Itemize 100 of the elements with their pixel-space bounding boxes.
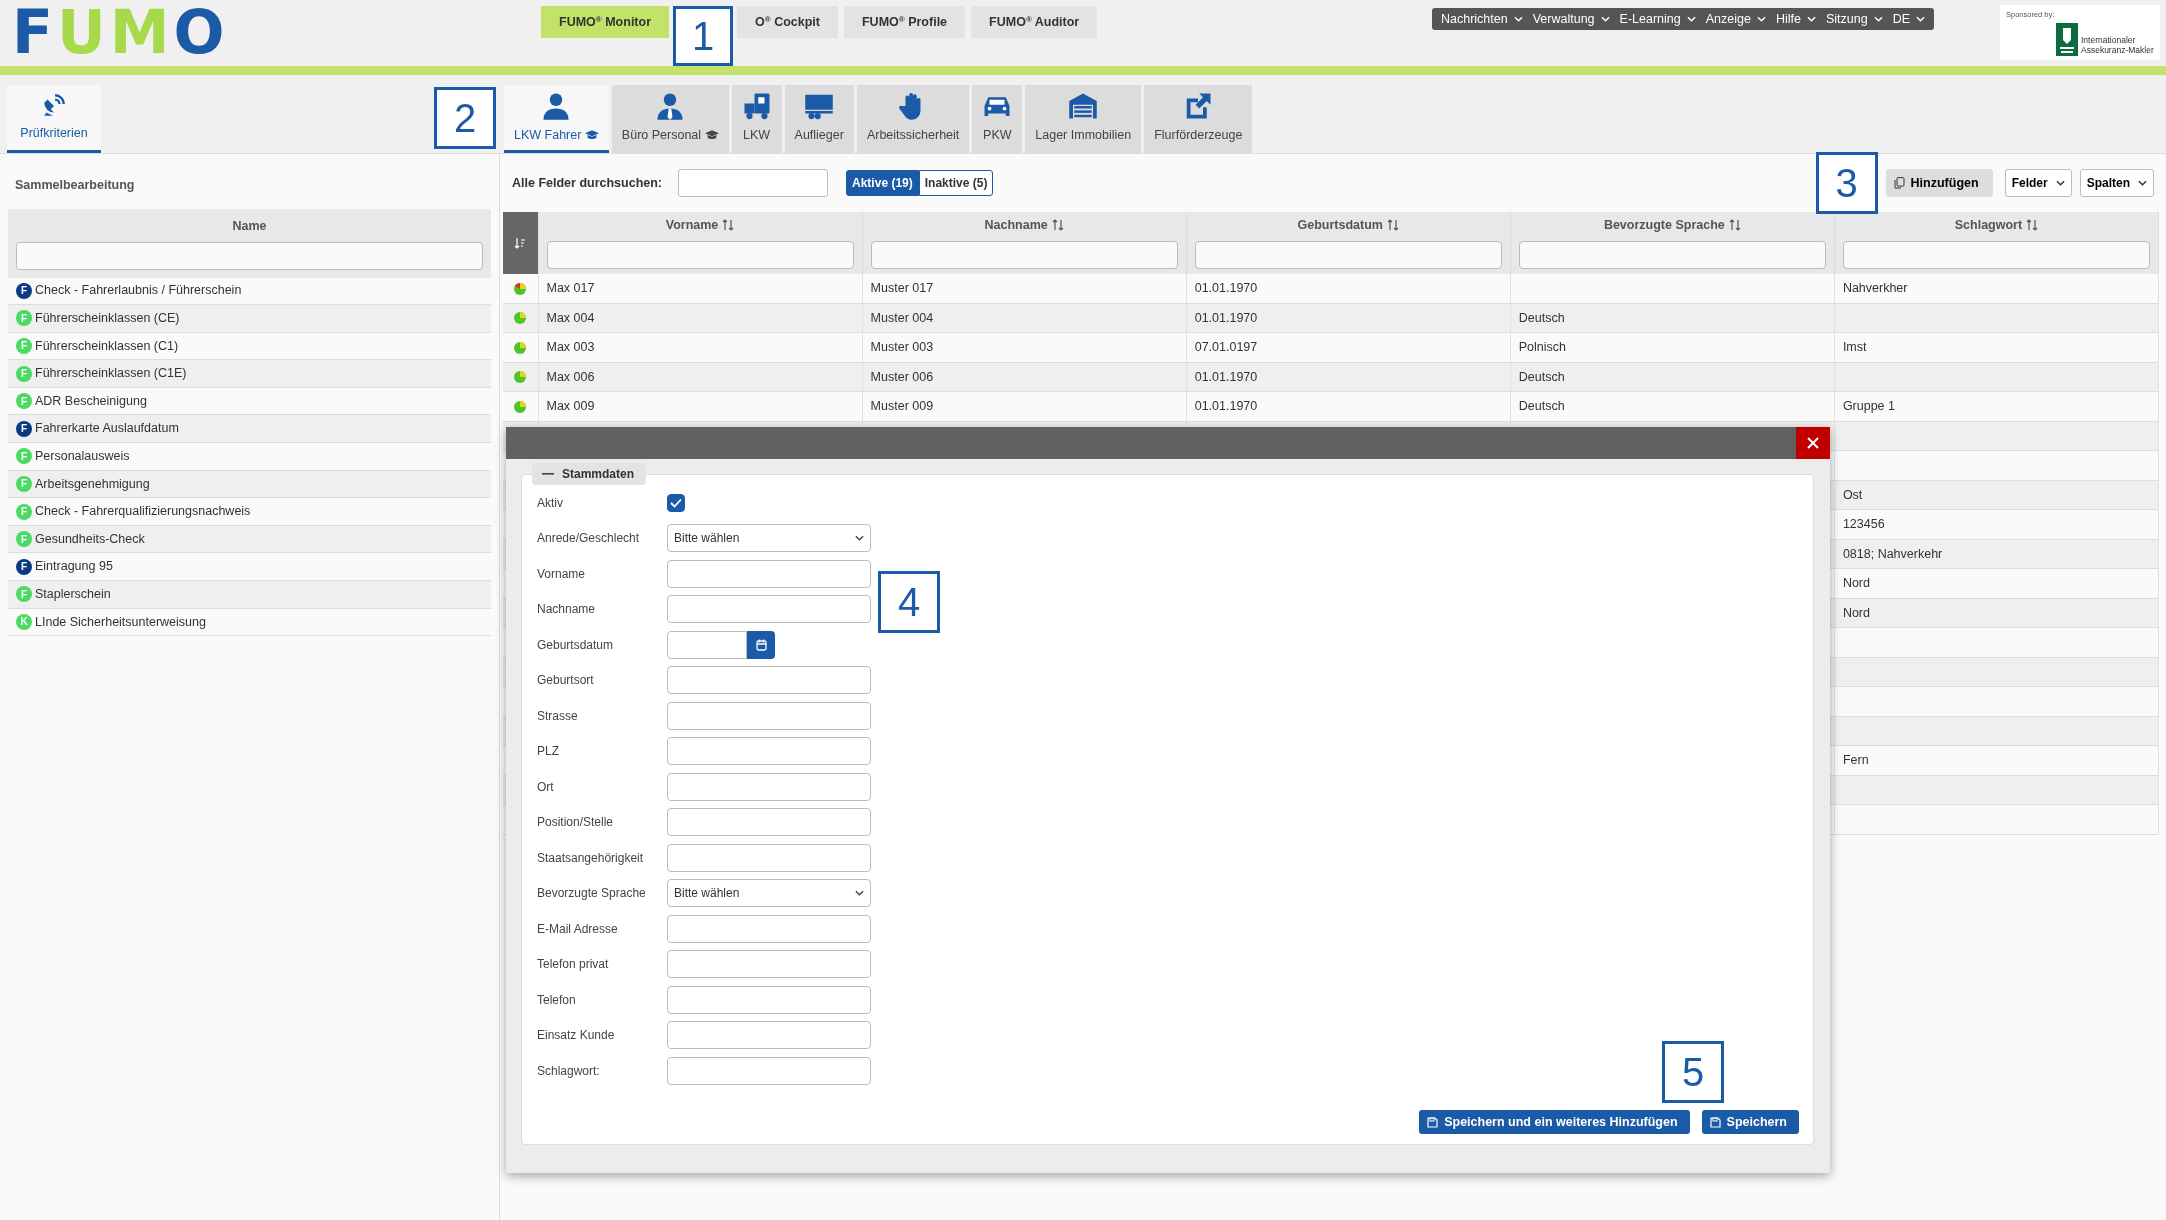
column-header[interactable]: Geburtsdatum xyxy=(1297,216,1399,235)
list-item[interactable]: F Führerscheinklassen (C1E) xyxy=(8,360,491,388)
filter-field[interactable] xyxy=(546,240,854,269)
module-tab[interactable]: Büro Personal xyxy=(611,85,729,153)
callout-number: 5 xyxy=(1662,1041,1724,1103)
field-label: Ort xyxy=(537,778,555,796)
input-field[interactable] xyxy=(667,1021,871,1050)
menu-item[interactable]: DE xyxy=(1887,9,1930,29)
callout-number: 2 xyxy=(434,87,496,149)
column-header[interactable]: Nachname xyxy=(984,216,1064,235)
module-tab[interactable]: Flurförderzeuge xyxy=(1144,85,1253,153)
filter-field[interactable] xyxy=(870,240,1178,269)
input-field[interactable] xyxy=(667,737,871,766)
graduation-cap-icon xyxy=(704,130,719,141)
app-tab[interactable]: FUMO$^{®}$ Auditor xyxy=(971,6,1098,38)
table-cell: Max 017 xyxy=(538,273,863,304)
module-tab[interactable]: LKW Fahrer xyxy=(504,85,609,153)
dropdown-button[interactable]: Spalten xyxy=(2079,169,2154,197)
list-item[interactable]: F Führerscheinklassen (CE) xyxy=(8,305,491,333)
input-field[interactable] xyxy=(667,950,871,979)
dropdown-button[interactable]: Felder xyxy=(2004,169,2072,197)
column-header[interactable]: Schlagwort xyxy=(1954,216,2039,235)
save-button[interactable]: Speichern xyxy=(1701,1110,1799,1134)
input-field[interactable] xyxy=(667,772,871,801)
filter-field[interactable] xyxy=(16,241,483,270)
save-button[interactable]: Speichern und ein weiteres Hinzufügen xyxy=(1419,1110,1690,1134)
date-field[interactable] xyxy=(667,630,747,659)
app-tab[interactable]: FUMO$^{®}$ Monitor xyxy=(541,6,669,38)
status-pie-icon xyxy=(514,312,527,325)
column-header[interactable]: Vorname xyxy=(665,216,735,235)
chevron-down-icon xyxy=(1686,16,1696,22)
table-cell: Muster 003 xyxy=(862,332,1187,363)
item-label: Gesundheits-Check xyxy=(35,530,145,548)
menu-item[interactable]: Sitzung xyxy=(1820,9,1888,29)
letter-badge: F xyxy=(16,393,32,410)
checkbox[interactable] xyxy=(667,493,685,512)
field-label: Nachname xyxy=(537,601,597,619)
filter-field[interactable] xyxy=(1842,240,2150,269)
search-field[interactable] xyxy=(678,169,829,197)
status-pie-icon xyxy=(514,282,527,295)
add-button[interactable]: Hinzufügen xyxy=(1885,169,1993,197)
module-tab[interactable]: Arbeitssicherheit xyxy=(856,85,970,153)
item-label: Check - Fahrerqualifizierungsnachweis xyxy=(35,503,251,521)
input-field[interactable] xyxy=(667,985,871,1014)
app-tab[interactable]: O$^{®}$ Cockpit xyxy=(737,6,838,38)
chevron-down-icon xyxy=(1513,16,1523,22)
close-icon xyxy=(1807,437,1819,449)
chevron-down-icon xyxy=(2055,180,2065,186)
input-field[interactable] xyxy=(667,843,871,872)
chevron-down-icon xyxy=(1873,16,1883,22)
menu-item[interactable]: Hilfe xyxy=(1770,9,1821,29)
chevron-down-icon xyxy=(1756,16,1766,22)
input-field[interactable] xyxy=(667,701,871,730)
calendar-icon xyxy=(755,638,767,651)
item-label: ADR Bescheinigung xyxy=(35,392,147,410)
calendar-button[interactable] xyxy=(747,630,775,659)
sort-icon xyxy=(2026,219,2039,232)
input-field[interactable] xyxy=(667,559,871,588)
input-field[interactable] xyxy=(667,595,871,624)
input-field[interactable] xyxy=(667,808,871,837)
list-item[interactable]: F Gesundheits-Check xyxy=(8,525,491,554)
side-tab[interactable]: Prüfkriterien xyxy=(7,85,101,153)
input-field[interactable] xyxy=(667,666,871,695)
field-label: Strasse xyxy=(537,707,579,725)
filter-toggle[interactable]: Inaktive (5) xyxy=(918,170,994,196)
callout-number: 3 xyxy=(1815,152,1878,214)
filter-field[interactable] xyxy=(1518,240,1826,269)
chevron-down-icon xyxy=(1600,16,1610,22)
select-field[interactable]: Bitte wählen xyxy=(667,524,871,553)
filter-field[interactable] xyxy=(1194,240,1502,269)
input-field[interactable] xyxy=(667,1056,871,1085)
section-toggle[interactable]: Stammdaten xyxy=(532,463,647,485)
field-label: Bevorzugte Sprache xyxy=(537,885,647,903)
app-tab[interactable]: FUMO$^{®}$ Profile xyxy=(843,6,966,38)
column-header[interactable]: Bevorzugte Sprache xyxy=(1603,216,1741,235)
list-item[interactable]: F Fahrerkarte Auslaufdatum xyxy=(8,415,491,444)
menu-item[interactable]: Verwaltung xyxy=(1527,9,1615,29)
list-item[interactable]: F Staplerschein xyxy=(8,581,491,609)
check-icon xyxy=(670,497,682,508)
menu-item[interactable]: Nachrichten xyxy=(1436,9,1528,29)
menu-item[interactable]: E-Learning xyxy=(1614,9,1701,29)
input-field[interactable] xyxy=(667,914,871,943)
module-tab[interactable]: PKW xyxy=(972,85,1023,153)
list-item[interactable]: F Arbeitsgenehmigung xyxy=(8,470,491,499)
letter-badge: F xyxy=(16,503,32,520)
select-field[interactable]: Bitte wählen xyxy=(667,879,871,908)
module-tab[interactable]: Lager Immobilien xyxy=(1025,85,1142,153)
letter-badge: F xyxy=(16,365,32,382)
table-cell: Deutsch xyxy=(1510,303,1835,333)
item-label: Führerscheinklassen (C1E) xyxy=(35,365,187,383)
module-tab[interactable]: Auflieger xyxy=(784,85,854,153)
chevron-down-icon xyxy=(1806,16,1816,22)
callout-number: 1 xyxy=(673,6,733,66)
menu-item[interactable]: Anzeige xyxy=(1700,9,1771,29)
table-cell: 01.01.1970 xyxy=(1186,303,1511,333)
table-cell: Deutsch xyxy=(1510,391,1835,422)
module-tab[interactable]: LKW xyxy=(731,85,782,153)
filter-toggle[interactable]: Aktive (19) xyxy=(846,170,919,196)
close-button[interactable] xyxy=(1796,427,1830,459)
table-cell: Deutsch xyxy=(1510,362,1835,392)
